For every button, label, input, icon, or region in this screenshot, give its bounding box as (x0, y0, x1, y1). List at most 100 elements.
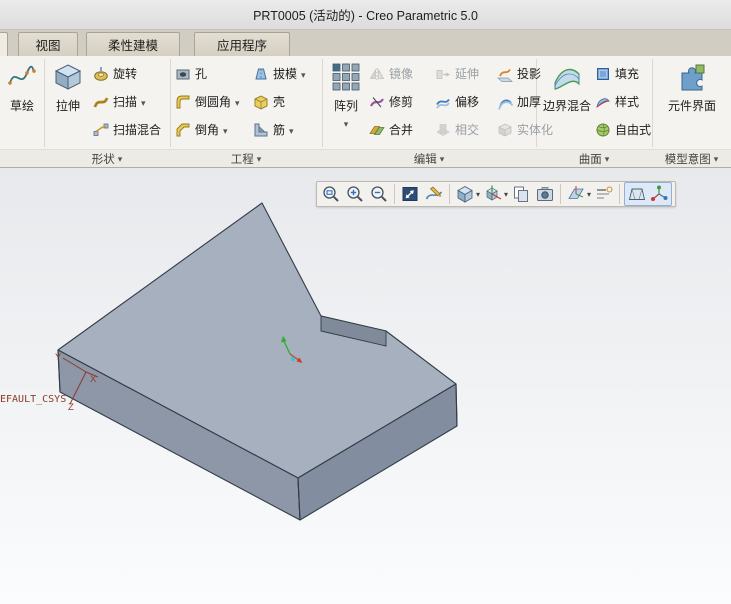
sweep-button[interactable]: 扫描 (93, 88, 146, 115)
offset-button[interactable]: 偏移 (435, 88, 479, 115)
merge-button[interactable]: 合并 (369, 116, 413, 143)
hole-button[interactable]: 孔 (175, 60, 207, 87)
swept-blend-button[interactable]: 扫描混合 (93, 116, 161, 143)
project-button[interactable]: 投影 (497, 60, 541, 87)
rib-button[interactable]: 筋 (253, 116, 294, 143)
component-interface-icon (677, 62, 707, 95)
chamfer-button[interactable]: 倒角 (175, 116, 228, 143)
style-button[interactable]: 样式 (595, 88, 639, 115)
group-label-editing-text: 编辑 (414, 151, 437, 167)
dropdown-arrow-icon[interactable] (141, 95, 146, 109)
saved-orientations-button[interactable] (482, 183, 504, 205)
dropdown-arrow-icon (714, 153, 719, 165)
group-separator (322, 59, 323, 147)
toolbar-separator (619, 184, 620, 204)
sketch-button[interactable]: 草绘 (1, 59, 43, 114)
mirror-button[interactable]: 镜像 (369, 60, 413, 87)
zoom-in-button[interactable] (344, 183, 366, 205)
style-icon (595, 94, 611, 110)
dropdown-arrow-icon[interactable]: ▾ (504, 190, 508, 199)
solidify-button[interactable]: 实体化 (497, 116, 553, 143)
chamfer-icon (175, 122, 191, 138)
ribbon-tab-bar: 视图 柔性建模 应用程序 (0, 30, 731, 56)
spin-center-button[interactable] (648, 183, 670, 205)
round-button[interactable]: 倒圆角 (175, 88, 240, 115)
extend-icon (435, 66, 451, 82)
tab-applications[interactable]: 应用程序 (194, 32, 290, 56)
extend-button[interactable]: 延伸 (435, 60, 479, 87)
pattern-label: 阵列 (334, 97, 358, 114)
swept-blend-label: 扫描混合 (113, 121, 161, 138)
group-label-engineering-text: 工程 (231, 151, 254, 167)
3d-model-canvas[interactable]: Y X Z (0, 168, 731, 604)
trim-icon (369, 94, 385, 110)
freestyle-label: 自由式 (615, 121, 651, 138)
annotation-display-button[interactable] (593, 183, 615, 205)
dropdown-arrow-icon[interactable] (289, 123, 294, 137)
boundary-blend-icon (552, 62, 582, 95)
capture-image-button[interactable] (534, 183, 556, 205)
dropdown-arrow-icon[interactable] (223, 123, 228, 137)
window-title: PRT0005 (活动的) - Creo Parametric 5.0 (253, 5, 478, 24)
trim-button[interactable]: 修剪 (369, 88, 413, 115)
view-manager-button[interactable] (510, 183, 532, 205)
thicken-button[interactable]: 加厚 (497, 88, 541, 115)
dropdown-arrow-icon (605, 153, 610, 165)
toolbar-separator (449, 184, 450, 204)
title-bar: PRT0005 (活动的) - Creo Parametric 5.0 (0, 0, 731, 30)
perspective-button[interactable] (626, 183, 648, 205)
group-label-surfaces[interactable]: 曲面 (536, 150, 652, 167)
round-label: 倒圆角 (195, 93, 231, 110)
tab-view[interactable]: 视图 (18, 32, 78, 56)
zoom-region-button[interactable] (320, 183, 342, 205)
revolve-label: 旋转 (113, 65, 137, 82)
group-separator (652, 59, 653, 147)
graphics-toolbar: ▾ ▾ ▾ (316, 181, 676, 207)
mirror-icon (369, 66, 385, 82)
repaint-button[interactable] (423, 183, 445, 205)
group-separator (44, 59, 45, 147)
ribbon: 草绘 拉伸 旋转 扫描 扫描混合 孔 倒圆 (0, 56, 731, 168)
display-style-button[interactable] (454, 183, 476, 205)
intersect-button[interactable]: 相交 (435, 116, 479, 143)
zoom-out-button[interactable] (368, 183, 390, 205)
dropdown-arrow-icon[interactable] (301, 67, 306, 81)
csys-name-label[interactable]: EFAULT_CSYS (0, 394, 66, 405)
group-label-engineering[interactable]: 工程 (170, 150, 322, 167)
offset-label: 偏移 (455, 93, 479, 110)
component-interface-button[interactable]: 元件界面 (656, 59, 728, 114)
refit-button[interactable] (399, 183, 421, 205)
dropdown-arrow-icon[interactable]: ▾ (476, 190, 480, 199)
axis-x-label: X (90, 374, 97, 385)
rib-icon (253, 122, 269, 138)
tab-flexible-modeling-label: 柔性建模 (108, 35, 158, 54)
datum-display-button[interactable] (565, 183, 587, 205)
draft-button[interactable]: 拔模 (253, 60, 306, 87)
dropdown-arrow-icon[interactable]: ▾ (587, 190, 591, 199)
revolve-button[interactable]: 旋转 (93, 60, 137, 87)
graphics-area[interactable]: Y X Z EFAULT_CSYS (0, 168, 731, 604)
sweep-label: 扫描 (113, 93, 137, 110)
dropdown-arrow-icon[interactable] (344, 116, 349, 130)
group-label-shapes[interactable]: 形状 (44, 150, 170, 167)
boundary-blend-button[interactable]: 边界混合 (539, 59, 595, 114)
toolbar-separator (394, 184, 395, 204)
round-icon (175, 94, 191, 110)
shell-button[interactable]: 壳 (253, 88, 285, 115)
freestyle-button[interactable]: 自由式 (595, 116, 651, 143)
extrude-icon (53, 62, 83, 95)
tab-model-partial[interactable] (0, 32, 8, 56)
pattern-button[interactable]: 阵列 (325, 59, 367, 130)
fill-icon (595, 66, 611, 82)
dropdown-arrow-icon[interactable] (235, 95, 240, 109)
group-label-model-intent[interactable]: 模型意图 (652, 150, 731, 167)
fill-button[interactable]: 填充 (595, 60, 639, 87)
intersect-label: 相交 (455, 121, 479, 138)
tab-flexible-modeling[interactable]: 柔性建模 (86, 32, 180, 56)
draft-label: 拔模 (273, 65, 297, 82)
group-label-editing[interactable]: 编辑 (322, 150, 536, 167)
swept-blend-icon (93, 122, 109, 138)
dropdown-arrow-icon (118, 153, 123, 165)
toolbar-separator (560, 184, 561, 204)
extrude-button[interactable]: 拉伸 (46, 59, 90, 114)
